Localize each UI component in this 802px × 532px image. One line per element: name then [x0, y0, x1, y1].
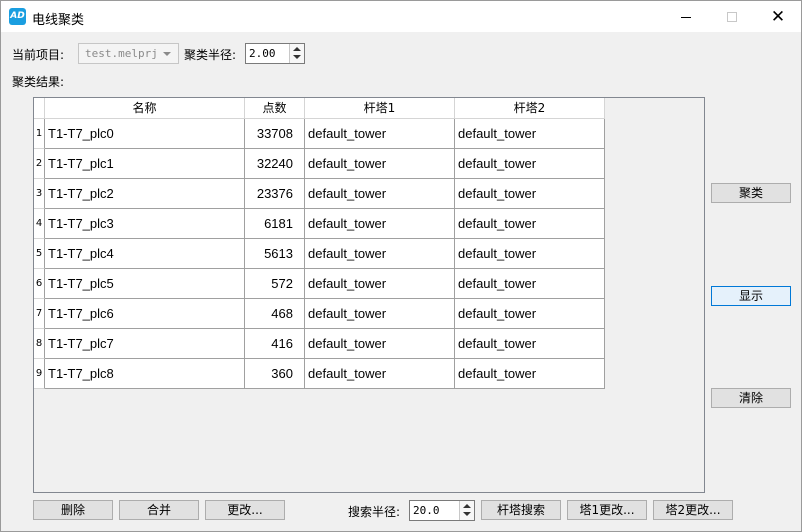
cell-tower2[interactable]: default_tower — [455, 299, 605, 329]
table-corner[interactable] — [34, 98, 45, 119]
merge-button[interactable]: 合并 — [119, 500, 199, 520]
row-number[interactable]: 8 — [34, 329, 45, 359]
results-label: 聚类结果: — [12, 75, 65, 89]
search-radius-value: 20.0 — [413, 504, 440, 517]
cell-tower2[interactable]: default_tower — [455, 209, 605, 239]
cell-points[interactable]: 23376 — [245, 179, 305, 209]
cell-points[interactable]: 32240 — [245, 149, 305, 179]
change-button[interactable]: 更改... — [205, 500, 285, 520]
radius-spinbox[interactable]: 2.00 — [245, 43, 305, 64]
cell-tower1[interactable]: default_tower — [305, 299, 455, 329]
cell-points[interactable]: 6181 — [245, 209, 305, 239]
row-number[interactable]: 4 — [34, 209, 45, 239]
tower1-change-button[interactable]: 塔1更改... — [567, 500, 647, 520]
cell-tower1[interactable]: default_tower — [305, 119, 455, 149]
project-combobox[interactable]: test.melprj — [78, 43, 179, 64]
cell-points[interactable]: 33708 — [245, 119, 305, 149]
cell-tower2[interactable]: default_tower — [455, 239, 605, 269]
cell-tower1[interactable]: default_tower — [305, 239, 455, 269]
results-table[interactable]: 名称 点数 杆塔1 杆塔2 1 T1-T7_plc0 33708 default_to… — [33, 97, 705, 493]
cell-tower2[interactable]: default_tower — [455, 359, 605, 389]
cell-tower2[interactable]: default_tower — [455, 269, 605, 299]
cell-name[interactable]: T1-T7_plc2 — [45, 179, 245, 209]
column-header-tower2[interactable]: 杆塔2 — [455, 98, 605, 119]
cell-tower2[interactable]: default_tower — [455, 119, 605, 149]
row-number[interactable]: 1 — [34, 119, 45, 149]
row-number[interactable]: 7 — [34, 299, 45, 329]
project-value: test.melprj — [85, 47, 158, 60]
cell-name[interactable]: T1-T7_plc1 — [45, 149, 245, 179]
cell-tower2[interactable]: default_tower — [455, 179, 605, 209]
radius-stepper[interactable] — [289, 44, 304, 63]
minimize-button[interactable] — [663, 5, 709, 29]
close-button[interactable]: ✕ — [755, 5, 801, 29]
search-radius-label: 搜索半径: — [348, 505, 401, 519]
title-bar: AD 电线聚类 ✕ — [1, 1, 801, 32]
column-header-points[interactable]: 点数 — [245, 98, 305, 119]
delete-button[interactable]: 删除 — [33, 500, 113, 520]
tower2-change-button[interactable]: 塔2更改... — [653, 500, 733, 520]
app-logo-icon: AD — [9, 8, 26, 25]
step-up-icon — [293, 47, 301, 51]
cell-name[interactable]: T1-T7_plc8 — [45, 359, 245, 389]
radius-label: 聚类半径: — [184, 48, 237, 62]
step-down-icon — [463, 512, 471, 516]
row-number[interactable]: 9 — [34, 359, 45, 389]
cell-name[interactable]: T1-T7_plc7 — [45, 329, 245, 359]
cluster-window: AD 电线聚类 ✕ 当前项目: test.melprj 聚类半径: 2.00 聚… — [0, 0, 802, 532]
cell-tower1[interactable]: default_tower — [305, 359, 455, 389]
maximize-button[interactable] — [709, 5, 755, 29]
cell-points[interactable]: 416 — [245, 329, 305, 359]
column-header-name[interactable]: 名称 — [45, 98, 245, 119]
cell-points[interactable]: 572 — [245, 269, 305, 299]
cell-name[interactable]: T1-T7_plc0 — [45, 119, 245, 149]
project-label: 当前项目: — [12, 48, 65, 62]
cell-tower1[interactable]: default_tower — [305, 329, 455, 359]
cell-points[interactable]: 360 — [245, 359, 305, 389]
maximize-icon — [727, 12, 737, 22]
chevron-down-icon — [163, 52, 171, 56]
step-down-icon — [293, 55, 301, 59]
close-icon: ✕ — [770, 7, 786, 27]
clear-button[interactable]: 清除 — [711, 388, 791, 408]
cell-name[interactable]: T1-T7_plc6 — [45, 299, 245, 329]
cell-points[interactable]: 468 — [245, 299, 305, 329]
cell-name[interactable]: T1-T7_plc5 — [45, 269, 245, 299]
row-number[interactable]: 2 — [34, 149, 45, 179]
tower-search-button[interactable]: 杆塔搜索 — [481, 500, 561, 520]
row-number[interactable]: 5 — [34, 239, 45, 269]
cell-name[interactable]: T1-T7_plc3 — [45, 209, 245, 239]
row-number[interactable]: 3 — [34, 179, 45, 209]
search-radius-spinbox[interactable]: 20.0 — [409, 500, 475, 521]
window-title: 电线聚类 — [32, 13, 85, 28]
cluster-button[interactable]: 聚类 — [711, 183, 791, 203]
step-up-icon — [463, 504, 471, 508]
minimize-icon — [681, 16, 691, 18]
show-button[interactable]: 显示 — [711, 286, 791, 306]
cell-tower1[interactable]: default_tower — [305, 209, 455, 239]
radius-value: 2.00 — [249, 47, 276, 60]
cell-tower2[interactable]: default_tower — [455, 149, 605, 179]
search-radius-stepper[interactable] — [459, 501, 474, 520]
column-header-tower1[interactable]: 杆塔1 — [305, 98, 455, 119]
cell-points[interactable]: 5613 — [245, 239, 305, 269]
cell-tower1[interactable]: default_tower — [305, 179, 455, 209]
cell-tower2[interactable]: default_tower — [455, 329, 605, 359]
cell-tower1[interactable]: default_tower — [305, 269, 455, 299]
row-number[interactable]: 6 — [34, 269, 45, 299]
cell-tower1[interactable]: default_tower — [305, 149, 455, 179]
cell-name[interactable]: T1-T7_plc4 — [45, 239, 245, 269]
